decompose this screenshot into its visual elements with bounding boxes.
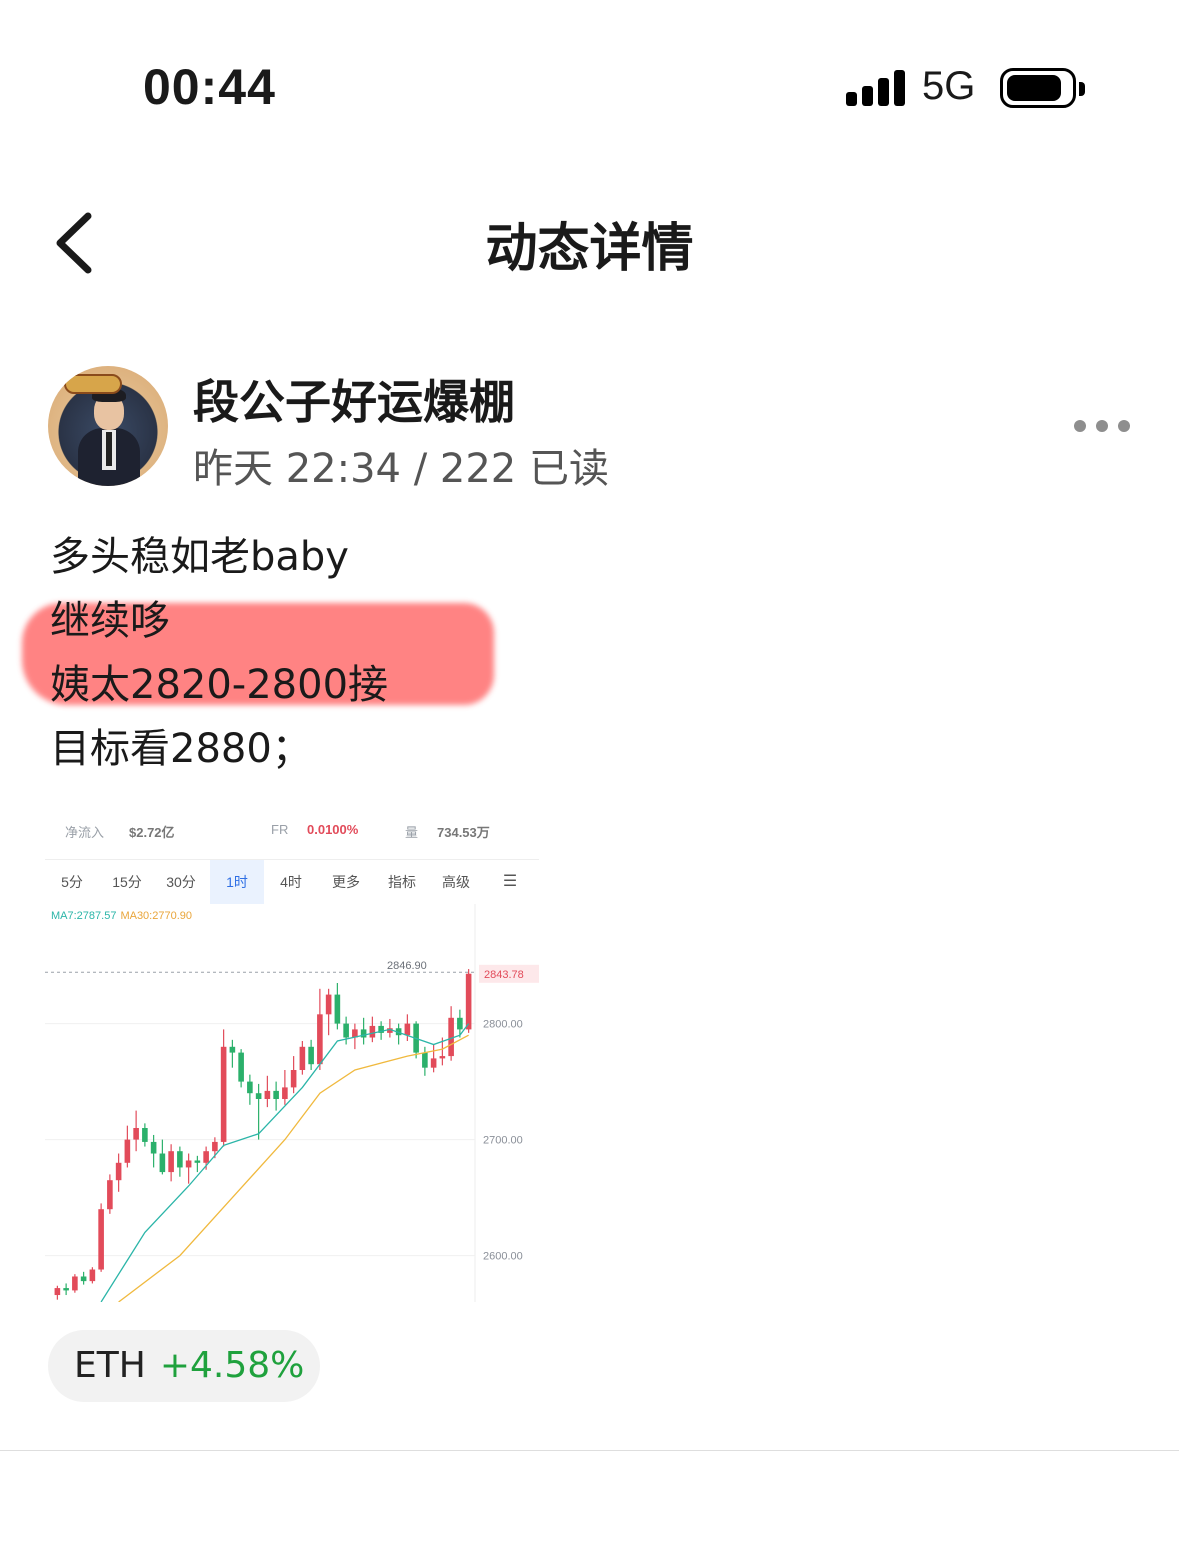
candle-body bbox=[317, 1014, 323, 1065]
candle-body bbox=[290, 1070, 297, 1088]
candle-body bbox=[325, 994, 332, 1015]
candle-body bbox=[404, 1023, 411, 1036]
candle-body bbox=[334, 994, 341, 1024]
asset-symbol: ETH bbox=[74, 1345, 146, 1386]
candle-body bbox=[203, 1151, 209, 1163]
status-time: 00:44 bbox=[143, 59, 276, 115]
candle-body bbox=[54, 1288, 61, 1296]
candle-body bbox=[422, 1052, 428, 1068]
candle-body bbox=[168, 1151, 174, 1173]
high-price-label: 2846.90 bbox=[387, 960, 427, 972]
kline-chart: 2800.00 2700.00 2600.00 2846.90 2843.78 bbox=[45, 904, 539, 1302]
network-label: 5G bbox=[922, 64, 976, 108]
candle-body bbox=[282, 1087, 288, 1099]
candle-body bbox=[124, 1139, 131, 1163]
battery-icon bbox=[1000, 68, 1085, 108]
author-header: 段公子好运爆棚 昨天 22:34 / 222 已读 bbox=[0, 360, 1179, 492]
y-tick-label: 2800.00 bbox=[483, 1019, 523, 1031]
nav-bar: 动态详情 bbox=[0, 180, 1179, 300]
candle-body bbox=[369, 1025, 376, 1038]
page-title: 动态详情 bbox=[485, 219, 694, 279]
author-name[interactable]: 段公子好运爆棚 bbox=[193, 366, 515, 432]
candle-body bbox=[142, 1128, 148, 1142]
candle-body bbox=[220, 1046, 227, 1142]
more-dots-icon[interactable] bbox=[1072, 420, 1132, 434]
y-tick-label: 2700.00 bbox=[483, 1135, 523, 1147]
divider bbox=[0, 1450, 1179, 1451]
candle-body bbox=[457, 1017, 463, 1030]
signal-icon bbox=[846, 70, 906, 106]
candle-body bbox=[439, 1056, 446, 1059]
asset-tag[interactable]: ETH +4.58% bbox=[48, 1330, 320, 1402]
candle-body bbox=[465, 973, 472, 1030]
candle-body bbox=[229, 1046, 236, 1053]
candle-body bbox=[80, 1276, 87, 1282]
current-price-label: 2843.78 bbox=[484, 969, 524, 981]
candle-body bbox=[343, 1023, 349, 1038]
candle-body bbox=[107, 1180, 113, 1210]
candle-body bbox=[238, 1052, 244, 1082]
candle-body bbox=[185, 1160, 192, 1168]
candle-body bbox=[299, 1046, 306, 1070]
candle-body bbox=[150, 1141, 157, 1154]
candle-body bbox=[159, 1153, 166, 1173]
candle-body bbox=[63, 1288, 69, 1291]
ma7-line bbox=[100, 1023, 470, 1302]
candle-body bbox=[177, 1151, 183, 1168]
candle-body bbox=[273, 1090, 279, 1099]
candle-body bbox=[194, 1160, 201, 1163]
candle-body bbox=[115, 1162, 122, 1181]
candle-body bbox=[247, 1081, 253, 1094]
post-line: 多头稳如老baby bbox=[50, 534, 349, 580]
candle-body bbox=[212, 1141, 218, 1152]
post-body: 多头稳如老baby 继续哆 姨太2820-2800接 目标看2880； bbox=[50, 525, 1150, 781]
candle-body bbox=[133, 1128, 139, 1140]
post-line: 继续哆 bbox=[50, 598, 170, 644]
post-line: 姨太2820-2800接 bbox=[50, 662, 389, 708]
candle-body bbox=[308, 1046, 314, 1065]
candle-body bbox=[430, 1058, 437, 1068]
candle-body bbox=[255, 1093, 262, 1099]
post-meta: 昨天 22:34 / 222 已读 bbox=[193, 446, 609, 492]
chart-screenshot[interactable]: 净流入 $2.72亿 FR 0.0100% 量 734.53万 5分 15分 3… bbox=[45, 820, 539, 1302]
candle-body bbox=[72, 1276, 78, 1291]
post-line: 目标看2880； bbox=[50, 726, 312, 772]
avatar[interactable] bbox=[48, 366, 168, 486]
candle-body bbox=[98, 1209, 104, 1270]
asset-change: +4.58% bbox=[159, 1345, 305, 1386]
y-tick-label: 2600.00 bbox=[483, 1251, 523, 1263]
status-bar: 00:44 5G bbox=[0, 0, 1179, 150]
candle-body bbox=[264, 1090, 271, 1099]
candle-body bbox=[89, 1269, 96, 1282]
